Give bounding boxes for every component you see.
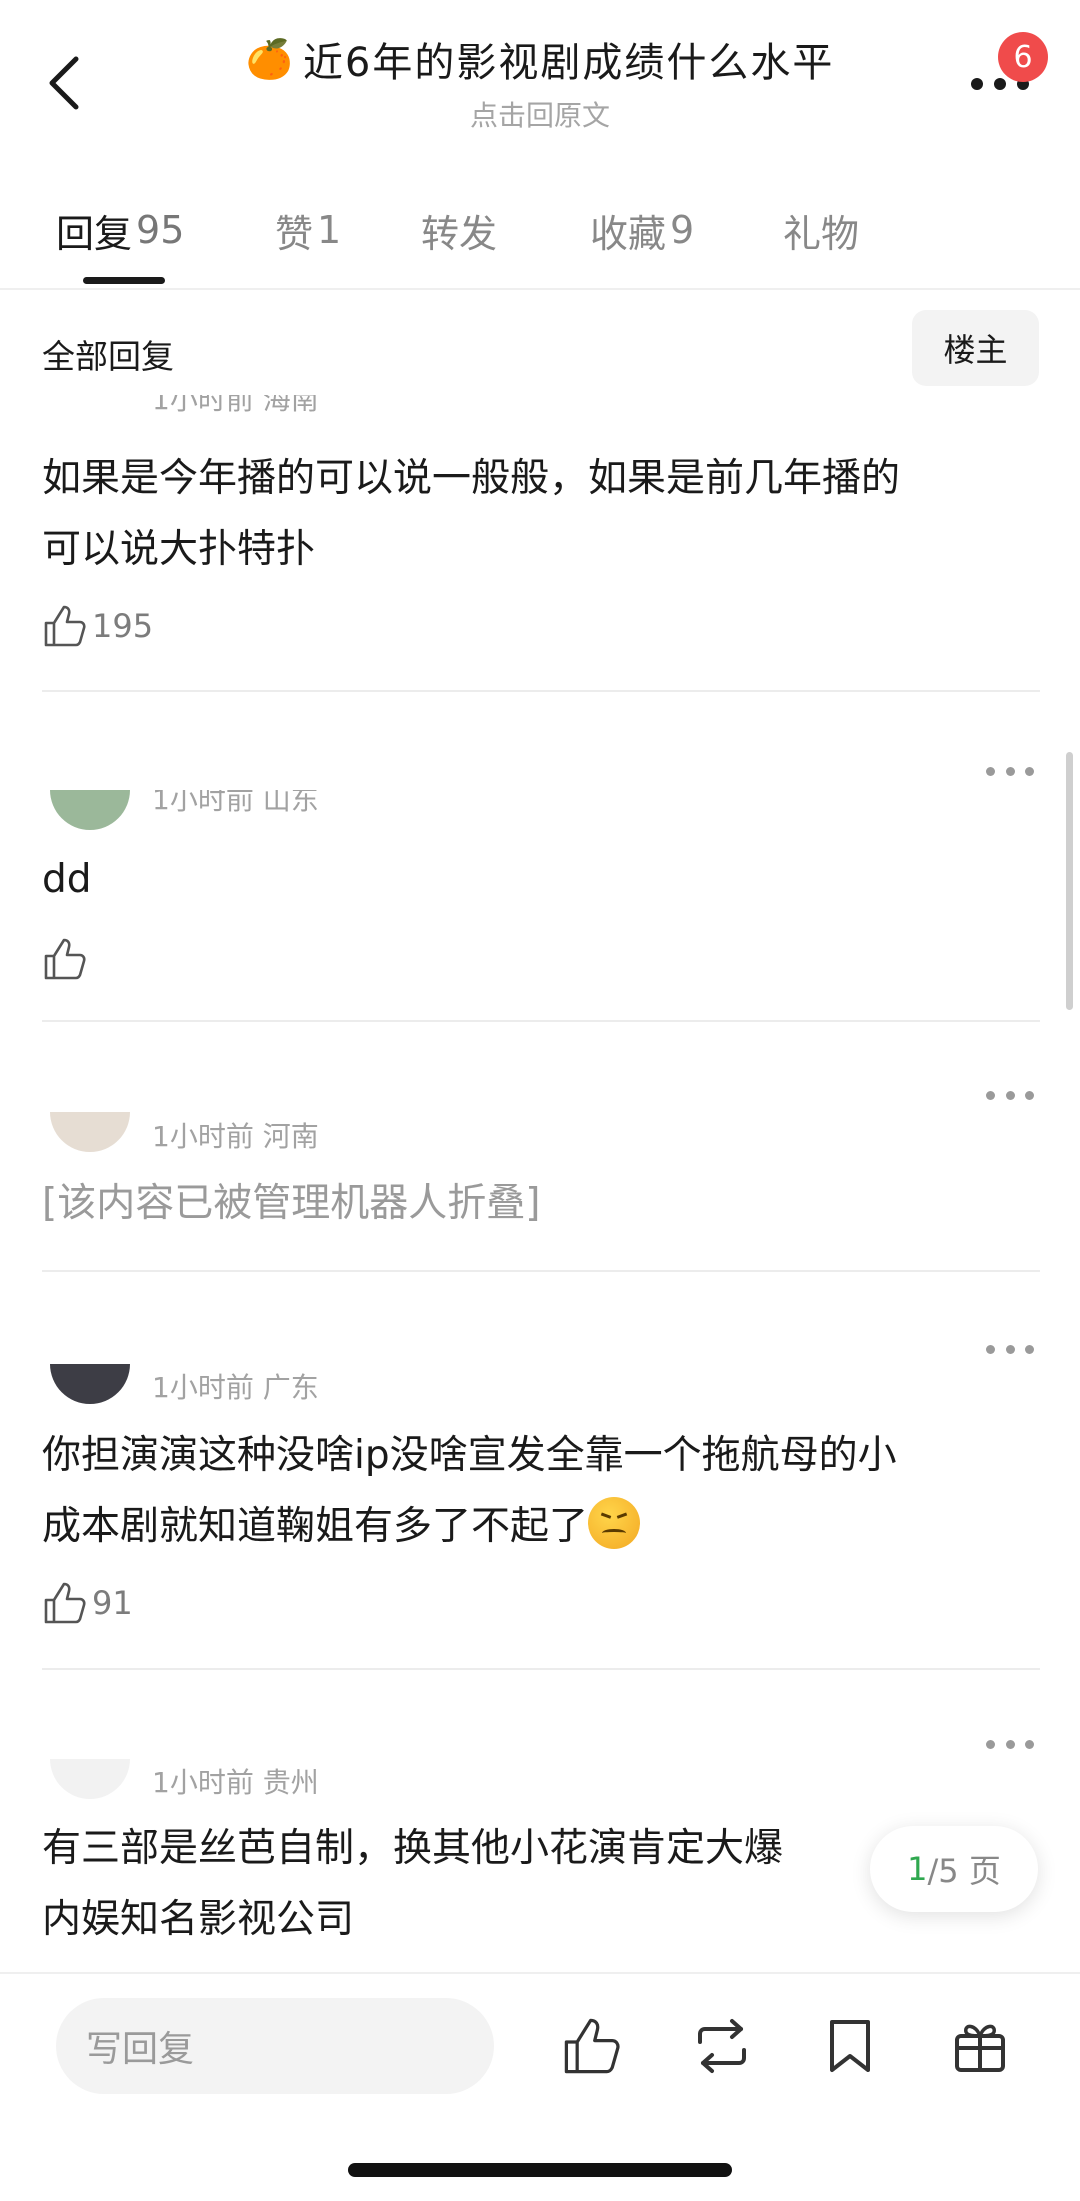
comment-meta: 1小时前 广东 — [152, 1371, 319, 1404]
repost-icon — [698, 2019, 746, 2073]
thumbs-up-icon — [44, 938, 86, 980]
comment-meta: 1小时前 贵州 — [152, 1766, 319, 1799]
comment-line: 如果是今年播的可以说一般般，如果是前几年播的 — [42, 456, 901, 501]
scrollbar[interactable] — [1066, 752, 1073, 1010]
comment-content: 你担演演这种没啥ip没啥宣发全靠一个拖航母的小 成本剧就知道鞠姐有多了不起了 — [42, 1420, 897, 1562]
tab-count: 9 — [670, 208, 695, 252]
comment-more-button[interactable] — [980, 1729, 1040, 1759]
repost-button[interactable] — [686, 2010, 758, 2082]
notification-badge: 6 — [998, 32, 1048, 82]
tab-label: 收藏 — [590, 211, 667, 256]
avatar[interactable] — [50, 1112, 130, 1152]
page-indicator[interactable]: 1/5 页 — [870, 1826, 1038, 1912]
comment-line: 有三部是丝芭自制，换其他小花演肯定大爆 — [42, 1826, 784, 1871]
like-count: 91 — [92, 1584, 133, 1622]
comment-line: 内娱知名影视公司 — [42, 1897, 355, 1942]
tab-bar: 回复 95 赞1 转发 收藏 9 礼物 — [0, 195, 1080, 290]
comment-line: 你担演演这种没啥ip没啥宣发全靠一个拖航母的小 — [42, 1433, 897, 1478]
comment-item: 1小时前 河南 [该内容已被管理机器人折叠] — [42, 1050, 1040, 1270]
comment-item: 1小时前 海南 如果是今年播的可以说一般般，如果是前几年播的 可以说大扑特扑 1… — [42, 395, 1040, 695]
divider — [42, 1668, 1040, 1670]
post-title-link[interactable]: 🍊 近6年的影视剧成绩什么水平 点击回原文 — [200, 30, 880, 134]
comment-item: 1小时前 山东 dd — [42, 720, 1040, 1010]
bookmark-icon — [830, 2020, 870, 2072]
divider — [42, 1270, 1040, 1272]
reply-input[interactable]: 写回复 — [56, 1998, 494, 2094]
tab-count: 95 — [136, 208, 185, 252]
tab-label: 回复 — [56, 211, 133, 256]
tab-count: 1 — [317, 208, 342, 252]
comment-line: 成本剧就知道鞠姐有多了不起了 — [42, 1504, 589, 1549]
post-title: 近6年的影视剧成绩什么水平 — [302, 40, 835, 86]
thumbs-up-icon — [44, 605, 86, 647]
back-to-original-link[interactable]: 点击回原文 — [200, 94, 880, 134]
comment-more-button[interactable] — [980, 756, 1040, 786]
comment-more-button[interactable] — [980, 1080, 1040, 1110]
tab-label: 礼物 — [783, 211, 860, 256]
chevron-left-icon — [49, 56, 79, 110]
tab-label: 转发 — [421, 211, 498, 256]
tab-favorites[interactable]: 收藏 9 — [590, 195, 694, 265]
folded-comment-notice[interactable]: [该内容已被管理机器人折叠] — [42, 1168, 540, 1239]
comment-meta: 1小时前 山东 — [152, 790, 319, 816]
frustrated-emoji — [588, 1497, 641, 1549]
top-header: 🍊 近6年的影视剧成绩什么水平 点击回原文 6 — [0, 0, 1080, 150]
avatar[interactable] — [50, 1759, 130, 1799]
orange-emoji: 🍊 — [245, 36, 293, 81]
like-post-button[interactable] — [556, 2010, 628, 2082]
tab-gifts[interactable]: 礼物 — [783, 195, 859, 265]
tab-reposts[interactable]: 转发 — [421, 195, 497, 265]
like-button[interactable] — [42, 936, 92, 982]
like-button[interactable]: 195 — [42, 603, 153, 649]
tab-label: 赞 — [275, 211, 314, 256]
back-button[interactable] — [34, 48, 94, 118]
tab-replies[interactable]: 回复 95 — [56, 195, 184, 265]
like-button[interactable]: 91 — [42, 1580, 133, 1626]
active-tab-indicator — [83, 277, 165, 284]
comment-content: dd — [42, 857, 92, 902]
gift-icon — [955, 2024, 1005, 2072]
total-pages: /5 页 — [927, 1852, 1001, 1890]
avatar[interactable] — [50, 1364, 130, 1404]
comment-meta: 1小时前 河南 — [152, 1120, 319, 1153]
divider — [42, 690, 1040, 692]
comment-content: 如果是今年播的可以说一般般，如果是前几年播的 可以说大扑特扑 — [42, 443, 900, 585]
avatar[interactable] — [50, 790, 130, 830]
tab-likes[interactable]: 赞1 — [275, 195, 341, 265]
comment-more-button[interactable] — [980, 1334, 1040, 1364]
thumbs-up-icon — [44, 1582, 86, 1624]
gift-button[interactable] — [944, 2010, 1016, 2082]
divider — [42, 1020, 1040, 1022]
comment-meta: 1小时前 海南 — [152, 395, 319, 415]
like-count: 195 — [92, 607, 154, 645]
comment-content: 有三部是丝芭自制，换其他小花演肯定大爆 内娱知名影视公司 — [42, 1813, 783, 1955]
all-replies-heading: 全部回复 — [42, 337, 174, 376]
comment-line: 可以说大扑特扑 — [42, 527, 316, 572]
current-page: 1 — [907, 1850, 928, 1888]
bookmark-button[interactable] — [814, 2010, 886, 2082]
comment-item: 1小时前 广东 你担演演这种没啥ip没啥宣发全靠一个拖航母的小 成本剧就知道鞠姐… — [42, 1300, 1040, 1660]
op-only-filter-button[interactable]: 楼主 — [912, 310, 1039, 386]
thumbs-up-icon — [564, 2018, 620, 2074]
home-indicator — [348, 2163, 732, 2177]
